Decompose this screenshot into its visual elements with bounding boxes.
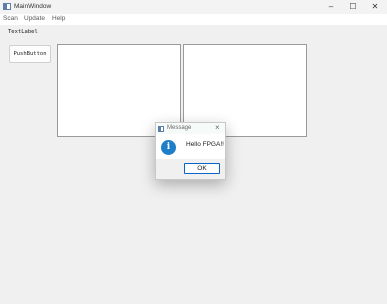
window-titlebar: MainWindow – ☐ ✕	[0, 0, 387, 14]
menu-help[interactable]: Help	[52, 15, 65, 22]
menu-update[interactable]: Update	[24, 15, 45, 22]
dialog-footer: OK	[156, 159, 225, 179]
dialog-close-icon[interactable]: ×	[215, 123, 220, 132]
dialog-window-icon	[158, 126, 164, 132]
dialog-titlebar: Message ×	[156, 123, 225, 134]
minimize-icon[interactable]: –	[320, 0, 342, 14]
push-button[interactable]: PushButton	[9, 45, 51, 63]
ok-button[interactable]: OK	[184, 163, 220, 174]
maximize-icon[interactable]: ☐	[342, 0, 364, 14]
window-title: MainWindow	[14, 3, 52, 10]
information-icon: i	[161, 140, 176, 155]
dialog-message: Hello FPGA!!	[186, 141, 224, 148]
menu-scan[interactable]: Scan	[3, 15, 18, 22]
app-window-icon	[3, 3, 11, 10]
menubar: Scan Update Help	[0, 14, 387, 25]
dialog-title: Message	[167, 125, 192, 131]
text-label: TextLabel	[8, 29, 38, 35]
message-dialog: Message × i Hello FPGA!! OK	[155, 122, 226, 180]
close-icon[interactable]: ✕	[364, 0, 386, 14]
